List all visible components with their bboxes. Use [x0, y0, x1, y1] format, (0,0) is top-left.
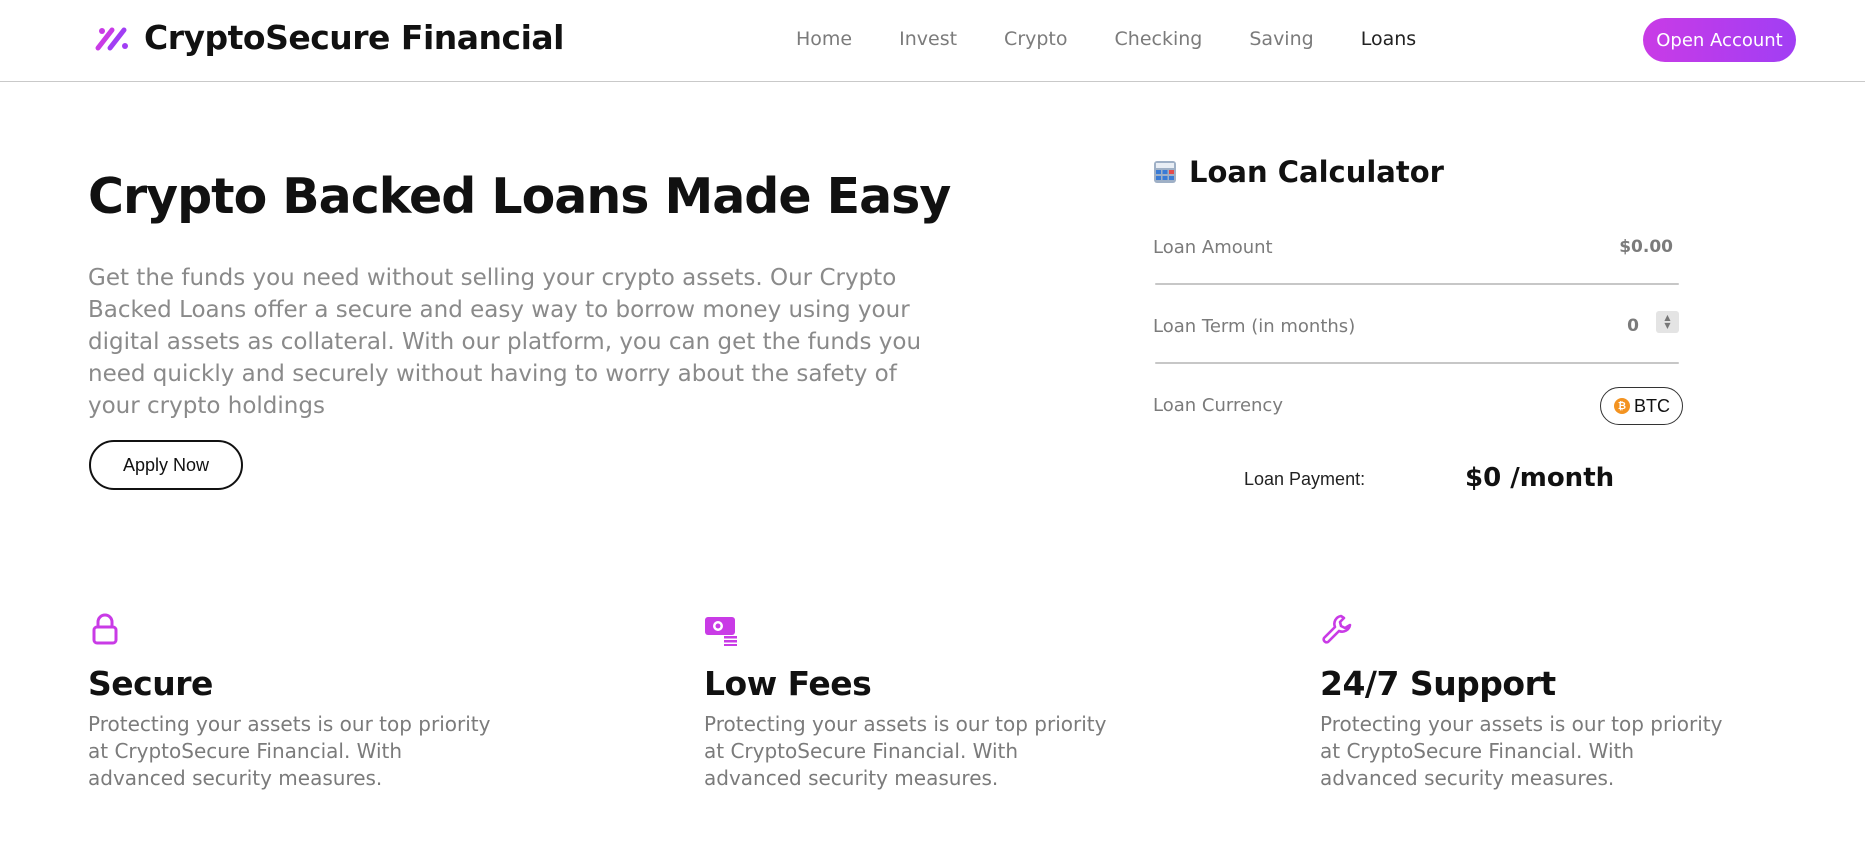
feature-title: Low Fees: [704, 664, 872, 703]
loan-amount-field[interactable]: Loan Amount $0.00: [1153, 237, 1679, 297]
hero-description: Get the funds you need without selling y…: [88, 265, 922, 419]
loan-currency-label: Loan Currency: [1153, 395, 1283, 416]
loan-amount-label: Loan Amount: [1153, 237, 1273, 258]
calculator-icon: [1154, 161, 1176, 183]
feature-low-fees: Low Fees Protecting your assets is our t…: [704, 612, 1124, 792]
brand[interactable]: CryptoSecure Financial: [94, 18, 564, 57]
loan-term-value[interactable]: 0: [1627, 316, 1639, 336]
feature-text: Protecting your assets is our top priori…: [704, 712, 1107, 790]
open-account-button[interactable]: Open Account: [1643, 18, 1796, 62]
nav-loans[interactable]: Loans: [1361, 28, 1416, 50]
nav-invest[interactable]: Invest: [899, 28, 957, 50]
bitcoin-icon: ₿: [1614, 398, 1630, 414]
brand-name: CryptoSecure Financial: [144, 18, 564, 57]
feature-text: Protecting your assets is our top priori…: [1320, 712, 1723, 790]
loan-term-underline: [1155, 362, 1679, 364]
lock-icon: [92, 613, 118, 645]
loan-term-label: Loan Term (in months): [1153, 316, 1356, 337]
calculator-title: Loan Calculator: [1153, 155, 1683, 189]
nav-crypto[interactable]: Crypto: [1004, 28, 1067, 50]
main-nav: Home Invest Crypto Checking Saving Loans: [796, 28, 1463, 50]
brand-logo-icon: [95, 27, 128, 50]
calculator-title-text: Loan Calculator: [1189, 155, 1444, 189]
loan-payment-label: Loan Payment:: [1244, 469, 1366, 489]
loan-calculator: Loan Calculator Loan Amount $0.00 Loan T…: [1153, 155, 1683, 493]
nav-home[interactable]: Home: [796, 28, 852, 50]
loan-currency-field: Loan Currency ₿ BTC: [1153, 387, 1683, 455]
loan-amount-value[interactable]: $0.00: [1619, 237, 1673, 257]
loan-term-stepper[interactable]: ▲ ▼: [1656, 311, 1679, 333]
site-header: CryptoSecure Financial Home Invest Crypt…: [0, 0, 1865, 82]
wrench-icon: [1322, 614, 1352, 644]
money-icon: [705, 617, 737, 646]
feature-support: 24/7 Support Protecting your assets is o…: [1320, 612, 1740, 792]
loan-amount-underline: [1155, 283, 1679, 285]
loan-payment-value: $0 /month: [1465, 463, 1615, 493]
feature-secure: Secure Protecting your assets is our top…: [88, 612, 508, 792]
nav-checking[interactable]: Checking: [1115, 28, 1203, 50]
feature-title: 24/7 Support: [1320, 664, 1556, 703]
feature-title: Secure: [88, 664, 213, 703]
hero-title: Crypto Backed Loans Made Easy: [88, 168, 951, 225]
loan-term-field[interactable]: Loan Term (in months) 0 ▲ ▼: [1153, 311, 1679, 376]
feature-text: Protecting your assets is our top priori…: [88, 712, 491, 790]
nav-saving[interactable]: Saving: [1249, 28, 1313, 50]
currency-value: BTC: [1634, 395, 1670, 416]
chevron-down-icon[interactable]: ▼: [1664, 322, 1670, 330]
currency-select[interactable]: ₿ BTC: [1600, 387, 1683, 425]
apply-now-button[interactable]: Apply Now: [89, 440, 243, 490]
